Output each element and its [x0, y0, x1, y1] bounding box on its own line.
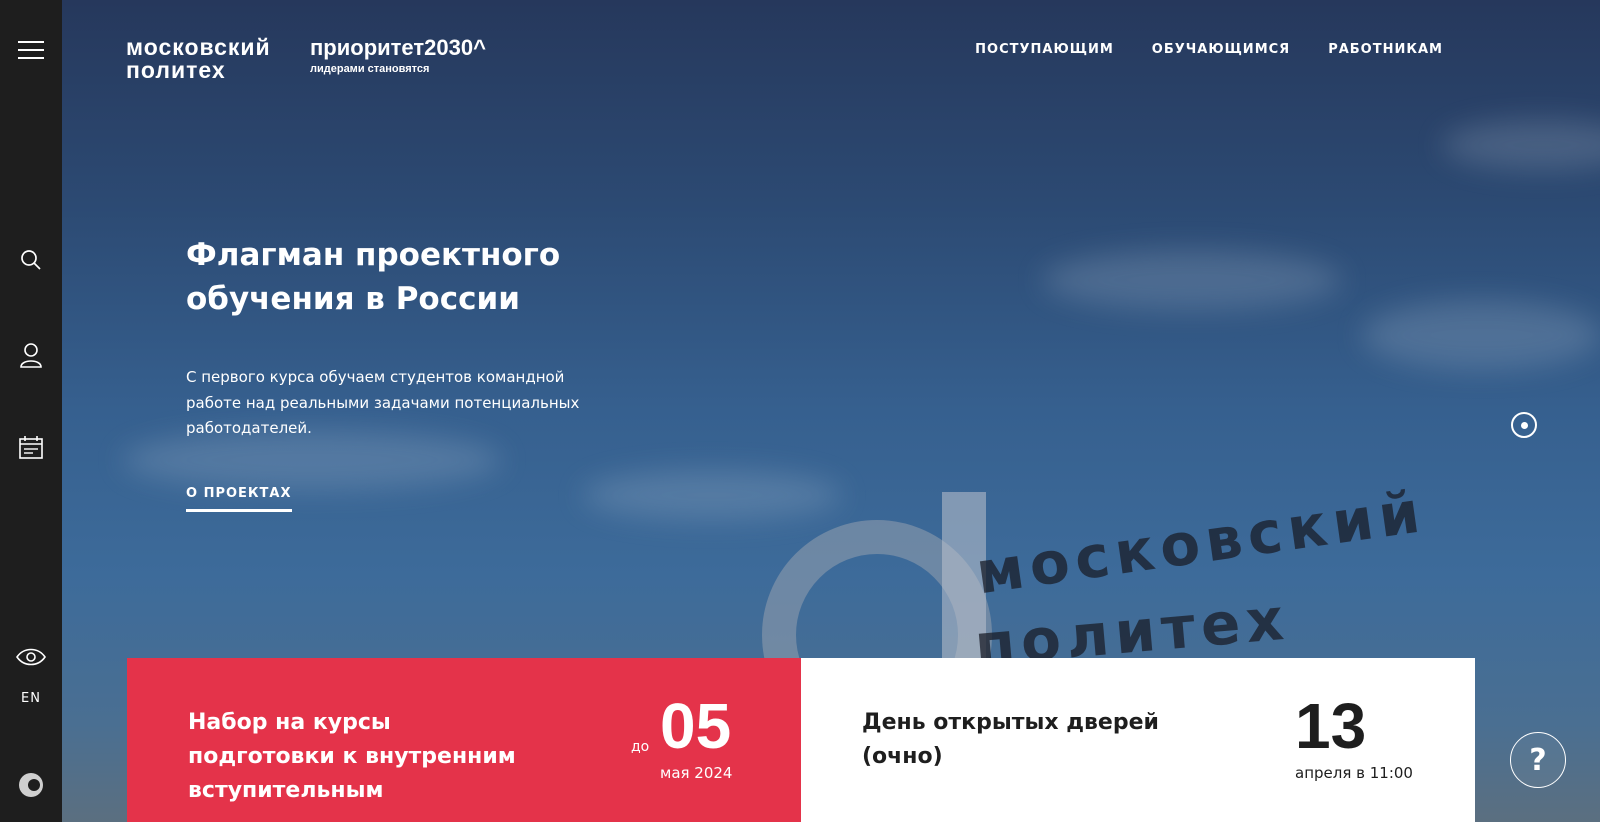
card-title: Набор на курсы подготовки к внутренним в… [188, 710, 516, 803]
nav-employees[interactable]: РАБОТНИКАМ [1328, 42, 1443, 57]
card-date: мая 2024 [660, 764, 733, 782]
menu-icon[interactable] [0, 36, 62, 64]
slider-dot[interactable] [1511, 412, 1537, 438]
projects-link[interactable]: О ПРОЕКТАХ [186, 486, 292, 512]
hero-lead: С первого курса обучаем студентов команд… [186, 368, 580, 437]
priority-tagline: лидерами становятся [310, 63, 430, 75]
calendar-icon[interactable] [0, 432, 62, 462]
priority-2030-logo[interactable]: приоритет2030^ лидерами становятся [310, 35, 486, 76]
card-day: 05 [660, 690, 732, 762]
user-icon[interactable] [0, 340, 62, 370]
card-open-day[interactable]: День открытых дверей (очно) 13 апреля в … [801, 658, 1475, 822]
slider-dot-center [1520, 421, 1528, 429]
language-switch[interactable]: EN [0, 691, 62, 706]
moscow-polytech-logo[interactable]: московский политех [126, 36, 271, 82]
card-day: 13 [1295, 690, 1367, 762]
logo-line-2: политех [126, 57, 226, 83]
nav-students[interactable]: ОБУЧАЮЩИМСЯ [1152, 42, 1290, 57]
logo-line-1: московский [126, 34, 271, 60]
nav-applicants[interactable]: ПОСТУПАЮЩИМ [975, 42, 1114, 57]
accessibility-eye-icon[interactable] [0, 645, 62, 669]
help-button[interactable]: ? [1510, 732, 1566, 788]
profile-logo-icon[interactable] [0, 771, 62, 799]
sign-line-1: московский [972, 477, 1430, 608]
top-navigation: ПОСТУПАЮЩИМ ОБУЧАЮЩИМСЯ РАБОТНИКАМ [975, 42, 1443, 57]
card-title: День открытых дверей (очно) [862, 710, 1159, 769]
card-date: апреля в 11:00 [1295, 764, 1413, 782]
hero-headline: Флагман проектного обучения в России [186, 237, 561, 317]
sidebar: EN [0, 0, 62, 822]
search-icon[interactable] [0, 245, 62, 275]
card-date-prefix: до [631, 739, 650, 755]
priority-title: приоритет2030^ [310, 35, 486, 60]
card-prep-courses[interactable]: Набор на курсы подготовки к внутренним в… [127, 658, 801, 822]
